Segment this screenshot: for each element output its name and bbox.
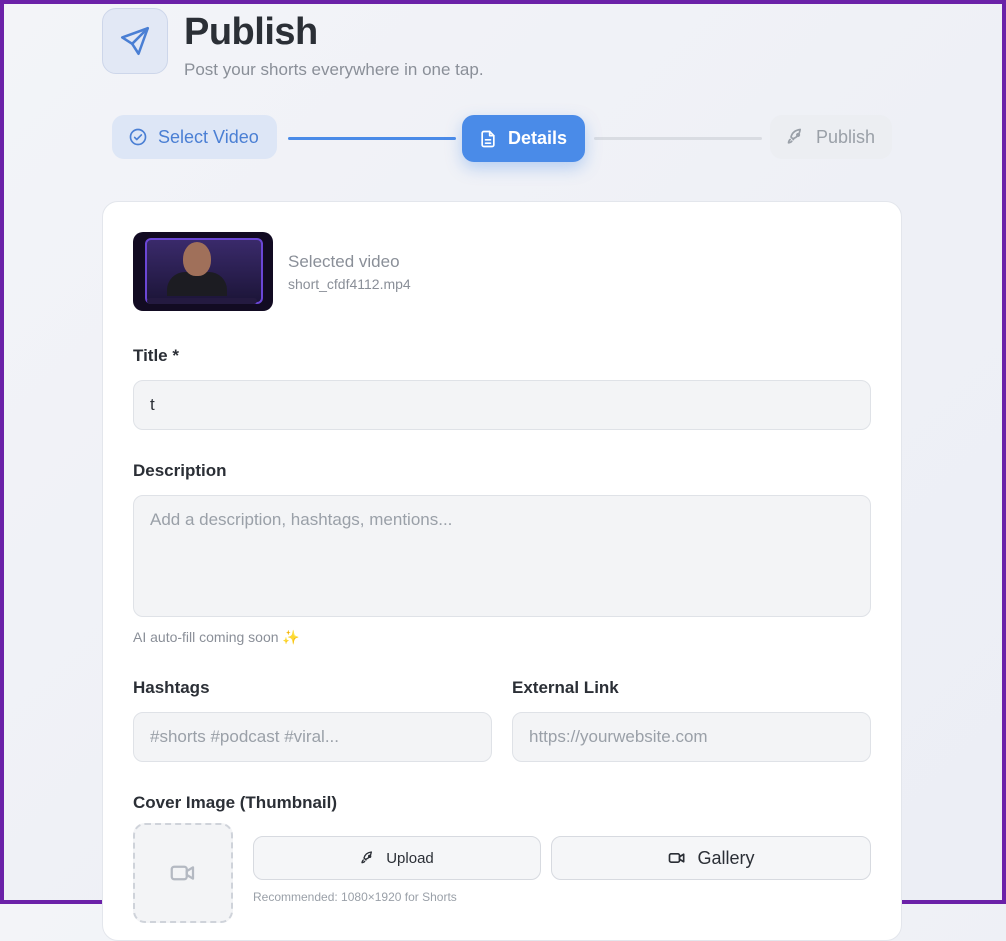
hashtags-label: Hashtags (133, 678, 210, 697)
title-label: Title * (133, 346, 179, 365)
page-header: Publish Post your shorts everywhere in o… (102, 8, 484, 80)
step-details[interactable]: Details (462, 115, 585, 162)
video-camera-icon (669, 853, 685, 863)
gallery-button-label: Gallery (697, 847, 755, 868)
stepper-connector-done (288, 137, 456, 140)
hashtags-placeholder: #shorts #podcast #viral... (150, 727, 339, 746)
video-filename: short_cfdf4112.mp4 (288, 275, 411, 292)
video-thumbnail[interactable] (133, 232, 273, 311)
step-label: Select Video (158, 126, 259, 147)
upload-button-label: Upload (386, 849, 434, 867)
title-input[interactable]: t (133, 380, 871, 430)
upload-button[interactable]: Upload (253, 836, 541, 880)
send-icon (120, 26, 150, 56)
page-subtitle: Post your shorts everywhere in one tap. (184, 60, 484, 79)
cover-recommendation: Recommended: 1080×1920 for Shorts (253, 890, 457, 904)
thumbnail-toolbar (147, 298, 257, 304)
external-link-label: External Link (512, 678, 619, 697)
external-link-input[interactable]: https://yourwebsite.com (512, 712, 871, 762)
cover-image-label: Cover Image (Thumbnail) (133, 793, 338, 812)
selected-video-label: Selected video (288, 251, 400, 271)
description-textarea[interactable]: Add a description, hashtags, mentions... (133, 495, 871, 617)
stepper-connector-pending (594, 137, 762, 140)
page-title: Publish (184, 11, 318, 53)
details-card: Selected video short_cfdf4112.mp4 Title … (102, 201, 902, 941)
check-circle-icon (129, 128, 147, 146)
step-select-video[interactable]: Select Video (112, 115, 277, 159)
video-camera-icon (170, 865, 195, 881)
description-placeholder: Add a description, hashtags, mentions... (150, 510, 453, 529)
rocket-icon (787, 128, 801, 144)
step-label: Details (508, 128, 568, 148)
description-label: Description (133, 461, 227, 480)
publish-logo (102, 8, 168, 74)
document-icon (481, 130, 495, 147)
thumbnail-figure-head (183, 242, 211, 276)
step-publish[interactable]: Publish (770, 115, 892, 159)
title-value: t (150, 395, 155, 414)
step-label: Publish (816, 126, 876, 147)
external-link-placeholder: https://yourwebsite.com (529, 727, 708, 746)
ai-autofill-hint: AI auto-fill coming soon ✨ (133, 629, 300, 645)
gallery-button[interactable]: Gallery (551, 836, 871, 880)
video-meta: Selected video short_cfdf4112.mp4 (288, 252, 411, 292)
stepper: Select Video Details Publish (112, 115, 892, 163)
cover-image-dropzone[interactable] (133, 823, 233, 923)
hashtags-input[interactable]: #shorts #podcast #viral... (133, 712, 492, 762)
rocket-icon (361, 851, 373, 864)
selected-video: Selected video short_cfdf4112.mp4 (133, 232, 411, 311)
